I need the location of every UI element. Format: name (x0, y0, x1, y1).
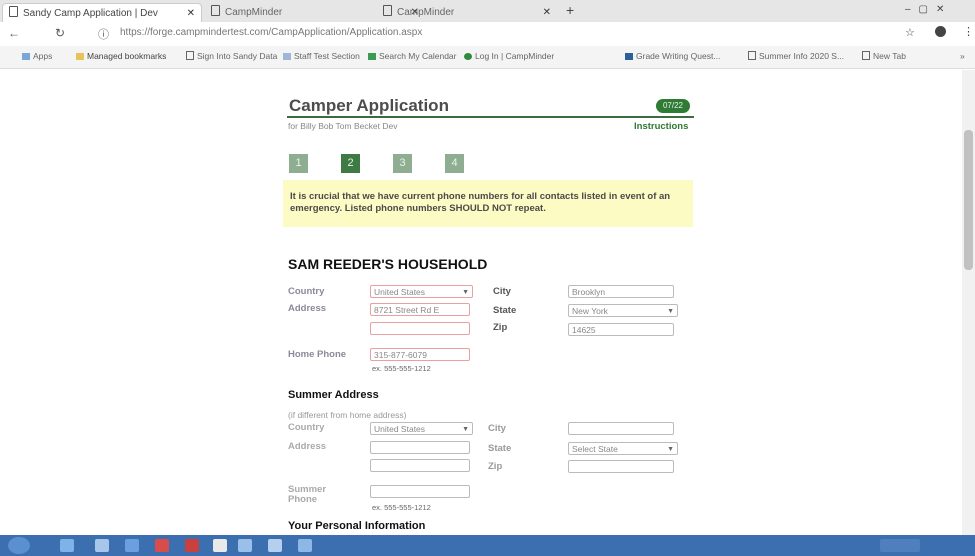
taskbar-app-icon[interactable] (238, 539, 252, 552)
browser-tab-active[interactable]: Sandy Camp Application | Dev ✕ (2, 3, 202, 23)
state-label: State (493, 305, 517, 316)
close-tab-icon[interactable]: ✕ (187, 4, 195, 23)
home-phone-field[interactable]: 315-877-6079 (370, 348, 470, 361)
info-icon[interactable]: ⓘ (98, 26, 109, 42)
document-icon (186, 51, 194, 60)
document-icon (383, 5, 392, 16)
document-icon (9, 6, 18, 17)
url-field[interactable]: https://forge.campmindertest.com/CampApp… (120, 27, 422, 38)
taskbar-app-icon[interactable] (95, 539, 109, 552)
summer-city-field[interactable] (568, 422, 674, 435)
summer-city-label: City (488, 423, 506, 434)
start-button[interactable] (8, 537, 30, 554)
summer-country-select[interactable]: United States ▼ (370, 422, 473, 435)
home-phone-label: Home Phone (288, 349, 347, 360)
apps-icon (22, 53, 30, 60)
zip-field[interactable]: 14625 (568, 323, 674, 336)
city-field[interactable]: Brooklyn (568, 285, 674, 298)
instructions-link[interactable]: Instructions (634, 121, 688, 132)
address-label: Address (288, 303, 327, 314)
document-icon (748, 51, 756, 60)
bookmark-item[interactable]: Log In | CampMinder (464, 51, 554, 61)
step-4-button[interactable]: 4 (445, 154, 464, 173)
scrollbar-thumb[interactable] (964, 130, 973, 270)
chevron-down-icon: ▼ (462, 426, 469, 433)
summer-country-label: Country (288, 422, 325, 433)
bookmarks-overflow-icon[interactable]: » (960, 51, 965, 61)
summer-address-heading: Summer Address (288, 389, 379, 401)
address-line2-field[interactable] (370, 322, 470, 335)
browser-tab[interactable]: CampMinder ✕ (377, 3, 557, 22)
taskbar-app-icon[interactable] (298, 539, 312, 552)
bookmark-apps[interactable]: Apps (22, 51, 52, 61)
page-icon (283, 53, 291, 60)
summer-state-select[interactable]: Select State ▼ (568, 442, 678, 455)
page-title: Camper Application (289, 96, 449, 115)
household-heading: SAM REEDER'S HOUSEHOLD (288, 256, 488, 272)
page-subtitle: for Billy Bob Tom Becket Dev (288, 121, 398, 131)
calendar-icon (368, 53, 376, 60)
state-select[interactable]: New York ▼ (568, 304, 678, 317)
os-taskbar (0, 535, 975, 556)
city-label: City (493, 286, 511, 297)
menu-icon[interactable]: ⋮ (963, 25, 974, 38)
new-tab-button[interactable]: + (566, 2, 574, 18)
tab-label: Sandy Camp Application | Dev (23, 8, 158, 19)
step-2-button[interactable]: 2 (341, 154, 360, 173)
document-icon (211, 5, 220, 16)
scrollbar[interactable] (962, 70, 975, 535)
taskbar-app-icon[interactable] (155, 539, 169, 552)
browser-tab-bar: Sandy Camp Application | Dev ✕ CampMinde… (0, 0, 975, 23)
campminder-icon (464, 53, 472, 60)
bookmark-managed[interactable]: Managed bookmarks (76, 51, 166, 61)
bookmark-item[interactable]: Summer Info 2020 S... (748, 51, 844, 61)
taskbar-app-icon[interactable] (185, 539, 199, 552)
summer-zip-label: Zip (488, 461, 503, 472)
back-icon[interactable]: ← (8, 26, 20, 40)
taskbar-app-icon[interactable] (125, 539, 139, 552)
country-label: Country (288, 286, 325, 297)
summer-address-line2-field[interactable] (370, 459, 470, 472)
tab-label: CampMinder (397, 7, 455, 18)
chevron-down-icon: ▼ (667, 308, 674, 315)
classroom-icon (625, 53, 633, 60)
title-divider (287, 116, 694, 118)
chevron-down-icon: ▼ (667, 446, 674, 453)
system-tray[interactable] (880, 539, 920, 552)
reload-icon[interactable]: ↻ (55, 26, 65, 40)
window-controls[interactable]: –▢✕ (905, 4, 952, 15)
summer-zip-field[interactable] (568, 460, 674, 473)
taskbar-app-icon[interactable] (268, 539, 282, 552)
star-icon[interactable]: ☆ (905, 26, 915, 39)
summer-note: (if different from home address) (288, 410, 407, 420)
summer-phone-label: Summer Phone (288, 484, 327, 505)
bookmark-item[interactable]: Grade Writing Quest... (625, 51, 720, 61)
step-3-button[interactable]: 3 (393, 154, 412, 173)
summer-address-label: Address (288, 441, 327, 452)
status-badge: 07/22 (656, 99, 690, 113)
tab-label: CampMinder (225, 7, 283, 18)
close-tab-icon[interactable]: ✕ (543, 3, 551, 22)
summer-phone-hint: ex. 555-555-1212 (372, 503, 431, 512)
taskbar-app-icon[interactable] (213, 539, 227, 552)
bookmark-item[interactable]: Sign Into Sandy Data (186, 51, 277, 61)
chevron-down-icon: ▼ (462, 289, 469, 296)
summer-phone-field[interactable] (370, 485, 470, 498)
bookmark-item[interactable]: Search My Calendar (368, 51, 456, 61)
folder-icon (76, 53, 84, 60)
address-line1-field[interactable]: 8721 Street Rd E (370, 303, 470, 316)
summer-state-label: State (488, 443, 512, 454)
zip-label: Zip (493, 322, 508, 333)
bookmark-item[interactable]: Staff Test Section (283, 51, 360, 61)
profile-icon[interactable] (935, 26, 946, 37)
personal-info-heading: Your Personal Information (288, 520, 426, 532)
notice-text: It is crucial that we have current phone… (290, 191, 671, 214)
summer-address-line1-field[interactable] (370, 441, 470, 454)
country-select[interactable]: United States ▼ (370, 285, 473, 298)
bookmark-item[interactable]: New Tab (862, 51, 906, 61)
taskbar-app-icon[interactable] (60, 539, 74, 552)
document-icon (862, 51, 870, 60)
home-phone-hint: ex. 555-555-1212 (372, 364, 431, 373)
step-1-button[interactable]: 1 (289, 154, 308, 173)
